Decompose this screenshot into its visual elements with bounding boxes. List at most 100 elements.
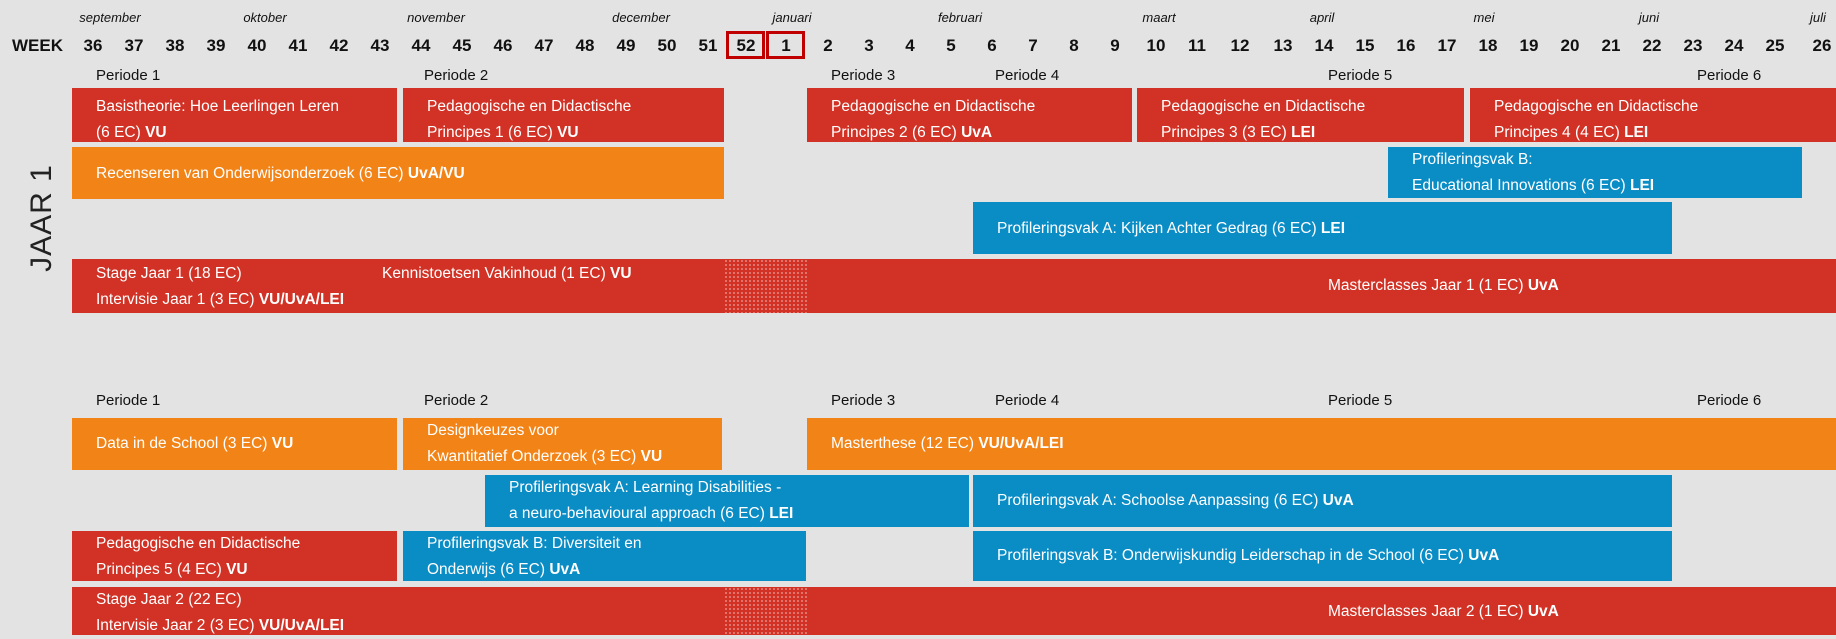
institution-label: VU: [271, 435, 294, 452]
week-number: 10: [1146, 36, 1166, 55]
week-number: 6: [987, 36, 997, 55]
course-title: Profileringsvak A: Learning Disabilities…: [509, 479, 782, 496]
institution-label: VU: [226, 561, 248, 578]
course-block-profileringsvak-a-kijken[interactable]: Profileringsvak A: Kijken Achter Gedrag …: [973, 202, 1672, 254]
periode-label: Periode 3: [831, 392, 896, 409]
course-title: Pedagogische en Didactische: [427, 98, 632, 115]
week-number: 18: [1478, 36, 1498, 55]
week-number: 47: [534, 36, 554, 55]
course-block-basistheorie[interactable]: Basistheorie: Hoe Leerlingen Leren (6 EC…: [72, 88, 397, 142]
course-block-masterclasses-jaar-2[interactable]: Masterclasses Jaar 2 (1 EC) UvA: [807, 587, 1836, 635]
course-block-masterclasses-jaar-1[interactable]: Masterclasses Jaar 1 (1 EC) UvA: [807, 259, 1836, 313]
course-detail: (6 EC): [96, 124, 146, 141]
course-title: Kennistoetsen Vakinhoud (1 EC): [382, 265, 611, 282]
week-label: WEEK: [12, 36, 63, 55]
week-number: 15: [1355, 36, 1375, 55]
institution-label: VU/UvA/LEI: [258, 617, 345, 634]
course-detail: Intervisie Jaar 1 (3 EC): [96, 291, 259, 308]
course-block-kennistoetsen[interactable]: Kennistoetsen Vakinhoud (1 EC) VU: [382, 261, 632, 287]
course-detail: Principes 4 (4 EC): [1494, 124, 1625, 141]
week-number: 16: [1396, 36, 1416, 55]
course-block-schoolse-aanpassing[interactable]: Profileringsvak A: Schoolse Aanpassing (…: [973, 475, 1672, 527]
week-number: 2: [823, 36, 833, 55]
week-number: 45: [452, 36, 472, 55]
course-detail: Educational Innovations (6 EC): [1412, 177, 1630, 194]
week-number: 24: [1724, 36, 1744, 55]
institution-label: UvA: [1322, 492, 1354, 509]
course-block-pedagogische-5[interactable]: Pedagogische en Didactische Principes 5 …: [72, 531, 397, 581]
month-label: juli: [1810, 10, 1826, 25]
week-number: 36: [83, 36, 103, 55]
week-number: 26: [1812, 36, 1832, 55]
week-number: 3: [864, 36, 874, 55]
institution-label: UvA: [1527, 277, 1559, 294]
week-number: 49: [616, 36, 636, 55]
course-block-masterthese[interactable]: Masterthese (12 EC) VU/UvA/LEI: [807, 418, 1836, 470]
week-number: 1: [781, 36, 791, 55]
week-number: 25: [1765, 36, 1785, 55]
course-block-recenseren[interactable]: Recenseren van Onderwijsonderzoek (6 EC)…: [72, 147, 724, 199]
course-block-pedagogische-3[interactable]: Pedagogische en Didactische Principes 3 …: [1137, 88, 1464, 142]
periode-label: Periode 6: [1697, 392, 1762, 409]
course-block-learning-disabilities[interactable]: Profileringsvak A: Learning Disabilities…: [485, 475, 969, 527]
course-title: Recenseren van Onderwijsonderzoek (6 EC): [96, 165, 408, 182]
institution-label: LEI: [1291, 124, 1316, 141]
course-title: Pedagogische en Didactische: [96, 535, 301, 552]
week-number: 5: [946, 36, 956, 55]
course-title: Masterclasses Jaar 1 (1 EC): [1328, 277, 1528, 294]
periode-label: Periode 4: [995, 67, 1060, 84]
course-detail: Principes 5 (4 EC): [96, 561, 227, 578]
week-number: 21: [1601, 36, 1621, 55]
course-block-pedagogische-2[interactable]: Pedagogische en Didactische Principes 2 …: [807, 88, 1132, 142]
week-number: 4: [905, 36, 915, 55]
institution-label: VU: [610, 265, 632, 282]
month-label: maart: [1142, 10, 1176, 25]
week-number: 38: [165, 36, 185, 55]
periode-label: Periode 2: [424, 67, 489, 84]
institution-label: LEI: [769, 505, 794, 522]
week-number: 50: [657, 36, 677, 55]
course-block-stage-jaar-2[interactable]: Stage Jaar 2 (22 EC) Intervisie Jaar 2 (…: [72, 587, 724, 635]
course-block-onderwijskundig-leiderschap[interactable]: Profileringsvak B: Onderwijskundig Leide…: [973, 531, 1672, 581]
course-detail: Principes 2 (6 EC): [831, 124, 962, 141]
course-block-pedagogische-4[interactable]: Pedagogische en Didactische Principes 4 …: [1470, 88, 1836, 142]
institution-label: UvA/VU: [407, 165, 465, 182]
course-title: Pedagogische en Didactische: [831, 98, 1036, 115]
course-block-designkeuzes[interactable]: Designkeuzes voor Kwantitatief Onderzoek…: [403, 418, 722, 470]
course-title: Pedagogische en Didactische: [1494, 98, 1699, 115]
institution-label: VU: [640, 448, 663, 465]
periode-label: Periode 6: [1697, 67, 1762, 84]
course-title: Basistheorie: Hoe Leerlingen Leren: [96, 98, 339, 115]
course-detail: Kwantitatief Onderzoek (3 EC): [427, 448, 641, 465]
week-number: 44: [411, 36, 431, 55]
periode-label: Periode 1: [96, 67, 161, 84]
week-number: 23: [1683, 36, 1703, 55]
course-title: Profileringsvak B: Onderwijskundig Leide…: [997, 547, 1469, 564]
course-title: Pedagogische en Didactische: [1161, 98, 1366, 115]
week-number: 40: [247, 36, 267, 55]
course-block-diversiteit[interactable]: Profileringsvak B: Diversiteit en Onderw…: [403, 531, 806, 581]
month-label: oktober: [243, 10, 287, 25]
course-title: Profileringsvak B: Diversiteit en: [427, 535, 642, 552]
month-label: november: [407, 10, 465, 25]
course-block-profileringsvak-b-educational[interactable]: Profileringsvak B: Educational Innovatio…: [1388, 147, 1802, 198]
periode-label: Periode 5: [1328, 67, 1393, 84]
course-title: Profileringsvak A: Schoolse Aanpassing (…: [997, 492, 1323, 509]
week-number: 22: [1642, 36, 1662, 55]
week-number: 41: [288, 36, 308, 55]
week-number: 20: [1560, 36, 1580, 55]
course-block-pedagogische-1[interactable]: Pedagogische en Didactische Principes 1 …: [403, 88, 724, 142]
course-block-data-in-de-school[interactable]: Data in de School (3 EC) VU: [72, 418, 397, 470]
week-number: 37: [124, 36, 144, 55]
week-number: 48: [575, 36, 595, 55]
year-label-text: JAAR 1: [25, 164, 58, 272]
month-label: september: [79, 10, 141, 25]
institution-label: VU/UvA/LEI: [258, 291, 345, 308]
month-label: mei: [1473, 10, 1495, 25]
periode-label: Periode 1: [96, 392, 161, 409]
institution-label: UvA: [1527, 603, 1559, 620]
course-title: Masterthese (12 EC): [831, 435, 979, 452]
course-detail: Principes 1 (6 EC): [427, 124, 558, 141]
week-number: 43: [370, 36, 390, 55]
month-label: april: [1309, 10, 1335, 25]
